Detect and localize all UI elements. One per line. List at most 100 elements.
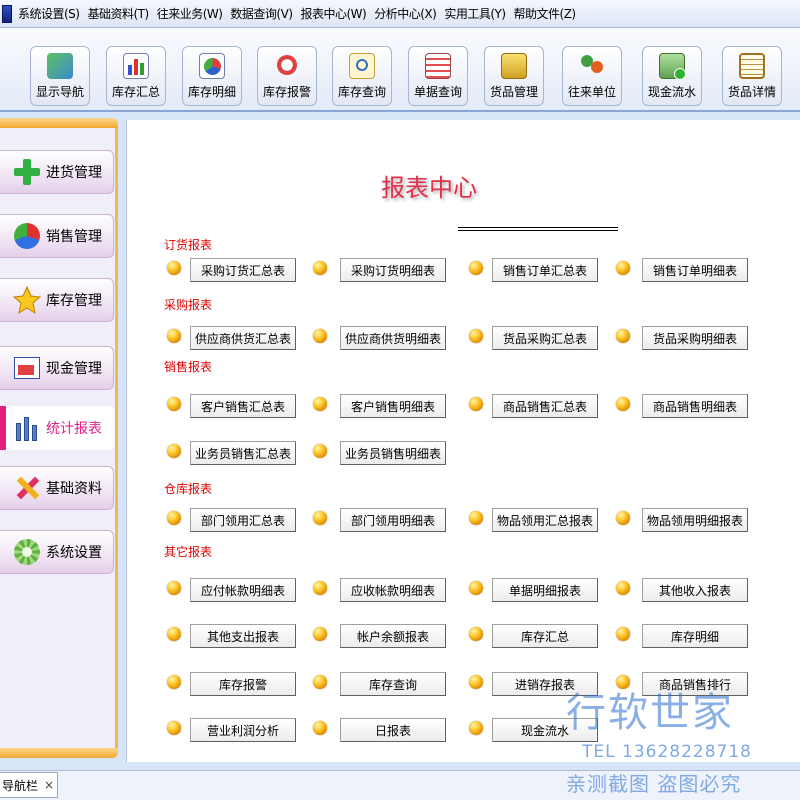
report-button[interactable]: 其他收入报表 [642,578,748,602]
sidebar-item-label: 库存管理 [46,293,102,309]
bullet-icon [313,675,327,689]
menu-report-center[interactable]: 报表中心(W) [299,5,373,22]
toolbar-stock-summary-button[interactable]: 库存汇总 [106,46,166,106]
bullet-icon [616,511,630,525]
sidebar-item-purchase-management[interactable]: 进货管理 [0,150,114,194]
report-button[interactable]: 应收帐款明细表 [340,578,446,602]
section-label: 仓库报表 [164,482,213,496]
bullet-icon [167,397,181,411]
report-button[interactable]: 货品采购明细表 [642,326,748,350]
report-button[interactable]: 库存报警 [190,672,296,696]
sidebar-item-stock-management[interactable]: 库存管理 [0,278,114,322]
sidebar-item-basic-data[interactable]: 基础资料 [0,466,114,510]
toolbar-label: 显示导航 [35,85,84,99]
report-button[interactable]: 销售订单汇总表 [492,258,598,282]
toolbar-goods-management-button[interactable]: 货品管理 [484,46,544,106]
report-button[interactable]: 销售订单明细表 [642,258,748,282]
tab-label: 导航栏 [2,778,39,793]
toolbar-label: 现金流水 [647,85,696,99]
bullet-icon [469,261,483,275]
menu-data-query[interactable]: 数据查询(V) [228,5,298,22]
clipboard-icon [739,53,765,79]
bullet-icon [313,721,327,735]
bullet-icon [313,261,327,275]
report-button[interactable]: 供应商供货明细表 [340,326,446,350]
report-button[interactable]: 物品领用汇总报表 [492,508,598,532]
report-button[interactable]: 部门领用明细表 [340,508,446,532]
search-doc-icon [349,53,375,79]
bullet-icon [167,261,181,275]
sidebar-item-label: 系统设置 [46,545,102,561]
bullet-icon [313,581,327,595]
toolbar-show-nav-button[interactable]: 显示导航 [30,46,90,106]
tab-navigation[interactable]: 导航栏 × [0,772,58,798]
bullet-icon [167,511,181,525]
watermark-slogan: 亲测截图 盗图必究 [566,772,742,796]
report-button[interactable]: 应付帐款明细表 [190,578,296,602]
bullet-icon [313,511,327,525]
report-button[interactable]: 库存查询 [340,672,446,696]
bullet-icon [616,627,630,641]
menu-basic-data[interactable]: 基础资料(T) [85,5,154,22]
report-button[interactable]: 库存汇总 [492,624,598,648]
sidebar-item-system-settings[interactable]: 系统设置 [0,530,114,574]
sidebar-item-cash-management[interactable]: 现金管理 [0,346,114,390]
report-button[interactable]: 采购订货明细表 [340,258,446,282]
bullet-icon [616,397,630,411]
toolbar-stock-alarm-button[interactable]: 库存报警 [257,46,317,106]
toolbar-label: 货品管理 [489,85,538,99]
report-button[interactable]: 供应商供货汇总表 [190,326,296,350]
alarm-icon [274,53,300,79]
menu-system-settings[interactable]: 系统设置(S) [16,5,85,22]
section-label: 其它报表 [164,545,213,559]
toolbar-stock-detail-button[interactable]: 库存明细 [182,46,242,106]
bullet-icon [469,511,483,525]
close-icon[interactable]: × [44,778,54,792]
bullet-icon [313,627,327,641]
menu-help[interactable]: 帮助文件(Z) [512,5,582,22]
report-button[interactable]: 业务员销售汇总表 [190,441,296,465]
bullet-icon [167,329,181,343]
report-button[interactable]: 物品领用明细报表 [642,508,748,532]
bullet-icon [469,721,483,735]
section-label: 销售报表 [164,360,213,374]
report-button[interactable]: 日报表 [340,718,446,742]
toolbar: 显示导航 库存汇总 库存明细 库存报警 库存查询 单据查询 货品管理 往来单位 … [0,28,800,112]
menu-tools[interactable]: 实用工具(Y) [442,5,511,22]
report-button[interactable]: 商品销售汇总表 [492,394,598,418]
toolbar-goods-detail-button[interactable]: 货品详情 [722,46,782,106]
report-button[interactable]: 商品销售明细表 [642,394,748,418]
page-title: 报表中心 [381,174,477,202]
bullet-icon [167,675,181,689]
report-button[interactable]: 客户销售汇总表 [190,394,296,418]
menu-analysis-center[interactable]: 分析中心(X) [372,5,442,22]
report-button[interactable]: 货品采购汇总表 [492,326,598,350]
toolbar-partners-button[interactable]: 往来单位 [562,46,622,106]
report-button[interactable]: 客户销售明细表 [340,394,446,418]
bullet-icon [167,444,181,458]
report-button[interactable]: 营业利润分析 [190,718,296,742]
menu-transactions[interactable]: 往来业务(W) [155,5,229,22]
sidebar-item-sales-management[interactable]: 销售管理 [0,214,114,258]
report-button[interactable]: 部门领用汇总表 [190,508,296,532]
report-button[interactable]: 单据明细报表 [492,578,598,602]
report-button[interactable]: 库存明细 [642,624,748,648]
bullet-icon [469,581,483,595]
toolbar-cash-flow-button[interactable]: 现金流水 [642,46,702,106]
table-icon [425,53,451,79]
report-button[interactable]: 其他支出报表 [190,624,296,648]
report-button[interactable]: 业务员销售明细表 [340,441,446,465]
tools-icon [12,473,42,503]
toolbar-bill-query-button[interactable]: 单据查询 [408,46,468,106]
report-button[interactable]: 帐户余额报表 [340,624,446,648]
toolbar-label: 货品详情 [727,85,776,99]
bullet-icon [313,329,327,343]
cash-chart-icon [12,353,42,383]
plus-icon [12,157,42,187]
sidebar-item-label: 统计报表 [46,421,102,437]
report-button[interactable]: 采购订货汇总表 [190,258,296,282]
sidebar-item-statistics-reports[interactable]: 统计报表 [0,406,114,450]
toolbar-stock-query-button[interactable]: 库存查询 [332,46,392,106]
active-indicator [0,406,6,450]
people-icon [579,53,605,79]
